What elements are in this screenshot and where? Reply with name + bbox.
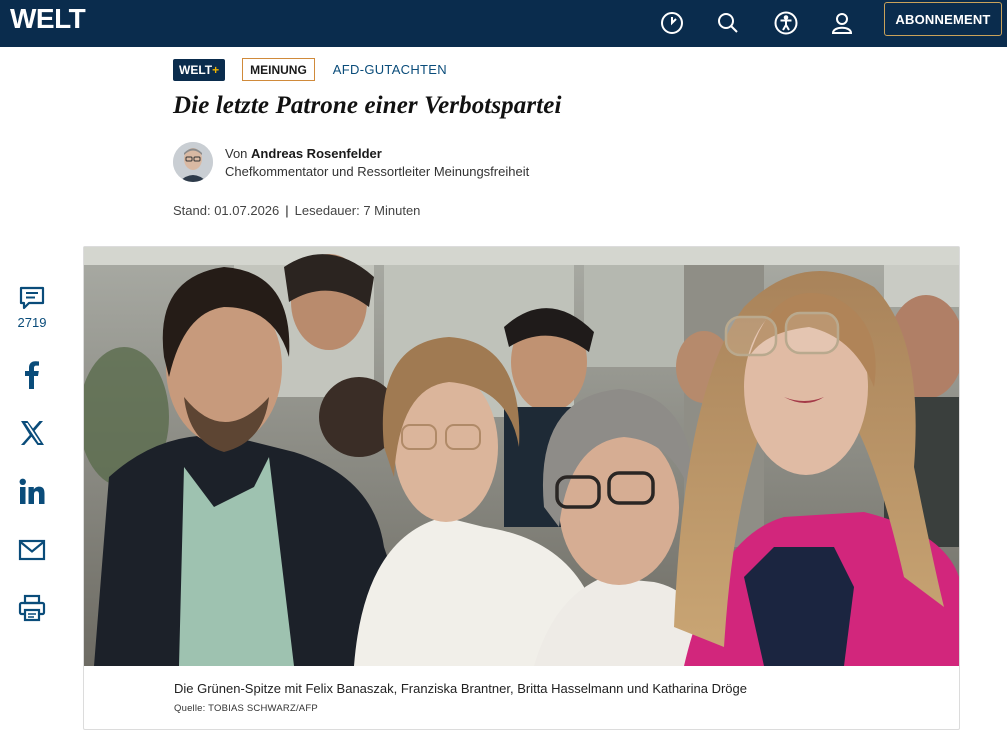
check-circle-icon[interactable] xyxy=(656,7,688,39)
article-headline: Die letzte Patrone einer Verbotspartei xyxy=(173,92,562,119)
welt-plus-brand: WELT xyxy=(179,62,213,77)
category-badge[interactable]: MEINUNG xyxy=(242,58,315,81)
share-linkedin-button[interactable] xyxy=(14,477,50,507)
comments-button[interactable]: 2719 xyxy=(14,283,50,330)
comment-icon xyxy=(19,286,45,310)
linkedin-icon xyxy=(19,478,45,504)
author-prefix: Von xyxy=(225,146,248,161)
topic-link[interactable]: AFD-GUTACHTEN xyxy=(333,62,447,77)
author-role: Chefkommentator und Ressortleiter Meinun… xyxy=(225,164,530,179)
article-photo[interactable] xyxy=(84,247,959,666)
article-meta: Stand: 01.07.2026 | Lesedauer: 7 Minuten xyxy=(173,203,420,218)
comment-count: 2719 xyxy=(17,315,47,330)
author-avatar[interactable] xyxy=(173,142,213,182)
share-mail-button[interactable] xyxy=(14,535,50,565)
print-button[interactable] xyxy=(14,593,50,623)
facebook-icon xyxy=(25,361,39,389)
figure-credit: Quelle: TOBIAS SCHWARZ/AFP xyxy=(174,703,318,714)
subscribe-button[interactable]: ABONNEMENT xyxy=(884,2,1002,36)
top-navigation-bar: WELT ABONNEMENT xyxy=(0,0,1007,47)
author-byline: Von Andreas Rosenfelder xyxy=(225,146,382,161)
author-name[interactable]: Andreas Rosenfelder xyxy=(251,146,382,161)
share-facebook-button[interactable] xyxy=(14,360,50,390)
x-icon xyxy=(21,421,44,445)
welt-logo[interactable]: WELT xyxy=(10,5,86,33)
search-icon[interactable] xyxy=(712,7,744,39)
meta-separator: | xyxy=(285,203,289,218)
publish-date: Stand: 01.07.2026 xyxy=(173,203,280,218)
user-icon[interactable] xyxy=(826,7,858,39)
welt-plus-badge[interactable]: WELT + xyxy=(173,58,226,81)
welt-plus-sign: + xyxy=(212,62,220,77)
article-tags: WELT + MEINUNG AFD-GUTACHTEN xyxy=(173,58,447,81)
accessibility-icon[interactable] xyxy=(770,7,802,39)
print-icon xyxy=(18,594,46,622)
figure-caption: Die Grünen-Spitze mit Felix Banaszak, Fr… xyxy=(174,681,747,696)
article-figure: Die Grünen-Spitze mit Felix Banaszak, Fr… xyxy=(83,246,960,730)
mail-icon xyxy=(18,539,46,561)
reading-time: Lesedauer: 7 Minuten xyxy=(294,203,421,218)
share-x-button[interactable] xyxy=(14,418,50,448)
